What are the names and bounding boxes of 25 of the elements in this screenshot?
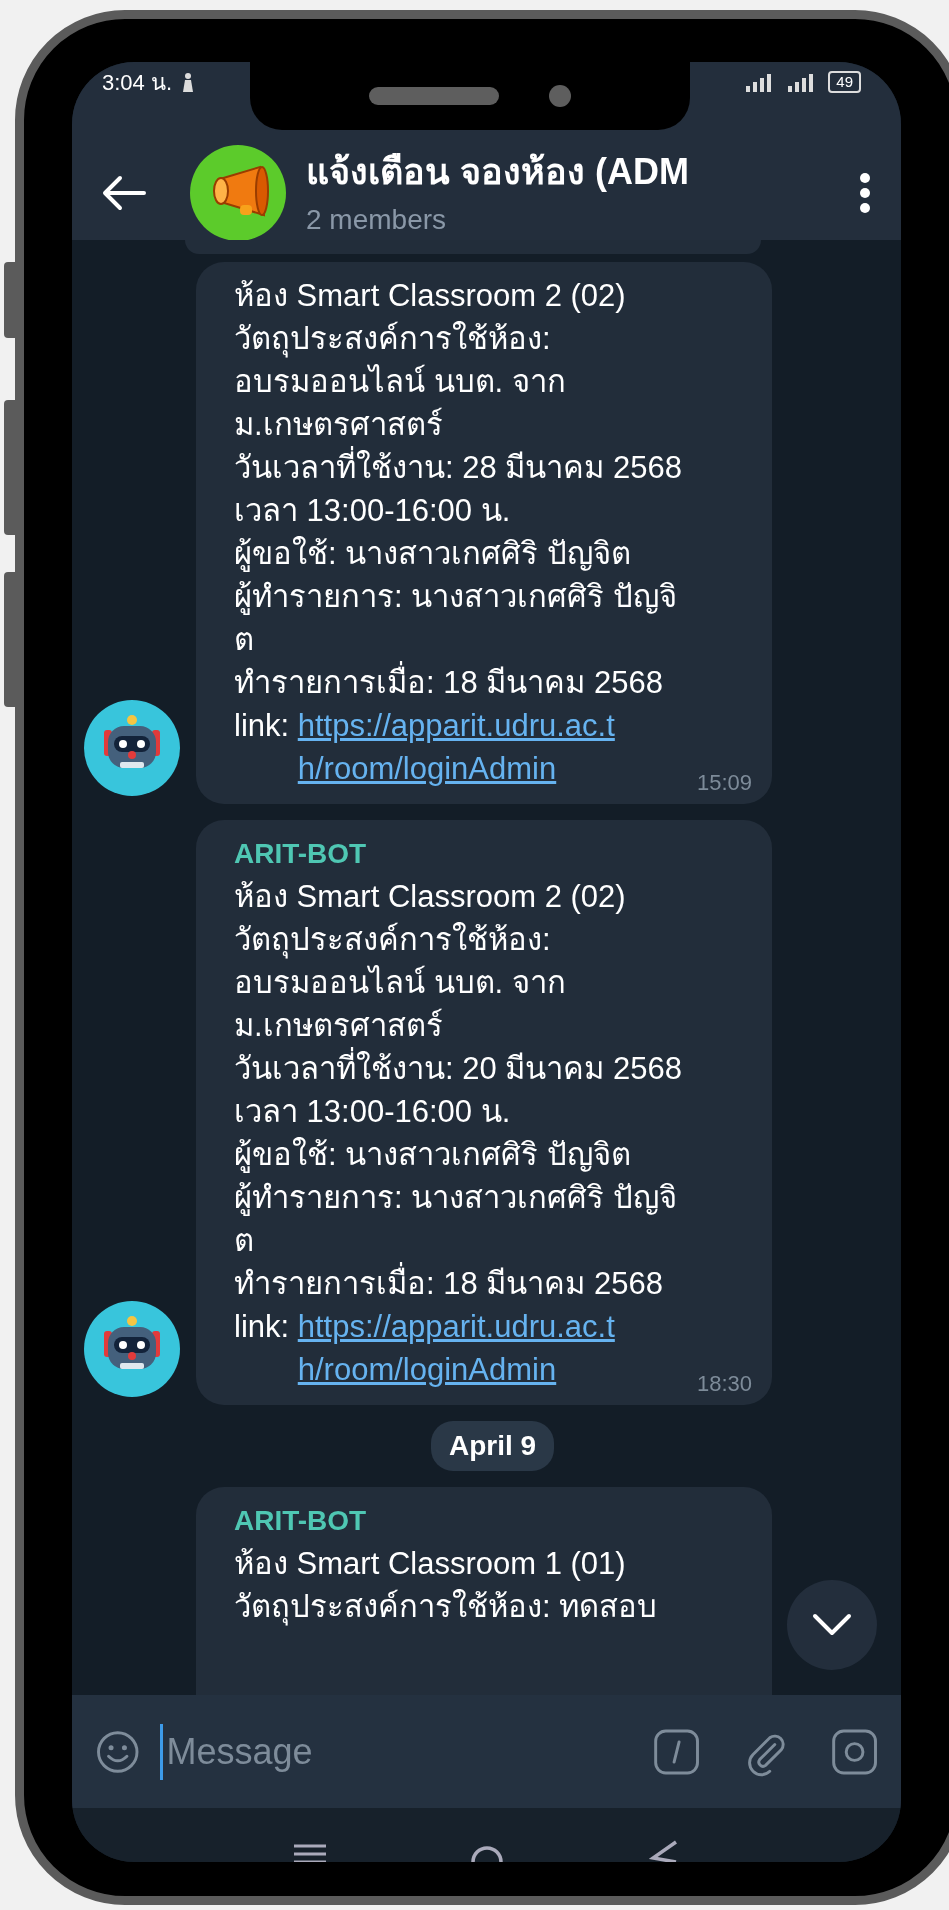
message-input[interactable]: Message <box>159 1723 634 1780</box>
date-chip: April 9 <box>430 1421 555 1471</box>
robot-avatar[interactable] <box>84 700 180 796</box>
battery-indicator: 49 <box>828 71 861 93</box>
back-arrow-icon[interactable] <box>102 175 146 211</box>
chat-title: แจ้งเตือน จองห้อง (ADM <box>306 150 690 194</box>
sender-name: ARIT-BOT <box>234 1504 368 1538</box>
message-link[interactable]: https://apparit.udru.ac.th/room/loginAdmin <box>297 704 640 790</box>
member-count: 2 members <box>306 203 448 237</box>
speaker-icon <box>369 87 499 105</box>
chevron-down-icon <box>812 1613 852 1637</box>
camera-dot-icon <box>549 85 571 107</box>
link-label: link: <box>234 1309 291 1344</box>
robot-avatar[interactable] <box>84 1301 180 1397</box>
sender-name: ARIT-BOT <box>234 837 368 871</box>
recent-apps-icon[interactable] <box>294 1842 327 1862</box>
link-label: link: <box>234 708 291 743</box>
more-options-icon[interactable] <box>859 173 871 213</box>
back-icon[interactable] <box>648 1840 679 1862</box>
message-text: ห้อง Smart Classroom 1 (01) วัตถุประสงค์การใช้ห้อง: ทดสอบ <box>234 1545 659 1628</box>
status-time: 3:04 น. <box>102 68 173 97</box>
message-link[interactable]: https://apparit.udru.ac.th/room/loginAdmin <box>297 1305 640 1391</box>
message-composer[interactable]: Message <box>72 1695 901 1808</box>
message-time: 15:09 <box>696 772 752 794</box>
message-time: 18:30 <box>696 1373 752 1395</box>
